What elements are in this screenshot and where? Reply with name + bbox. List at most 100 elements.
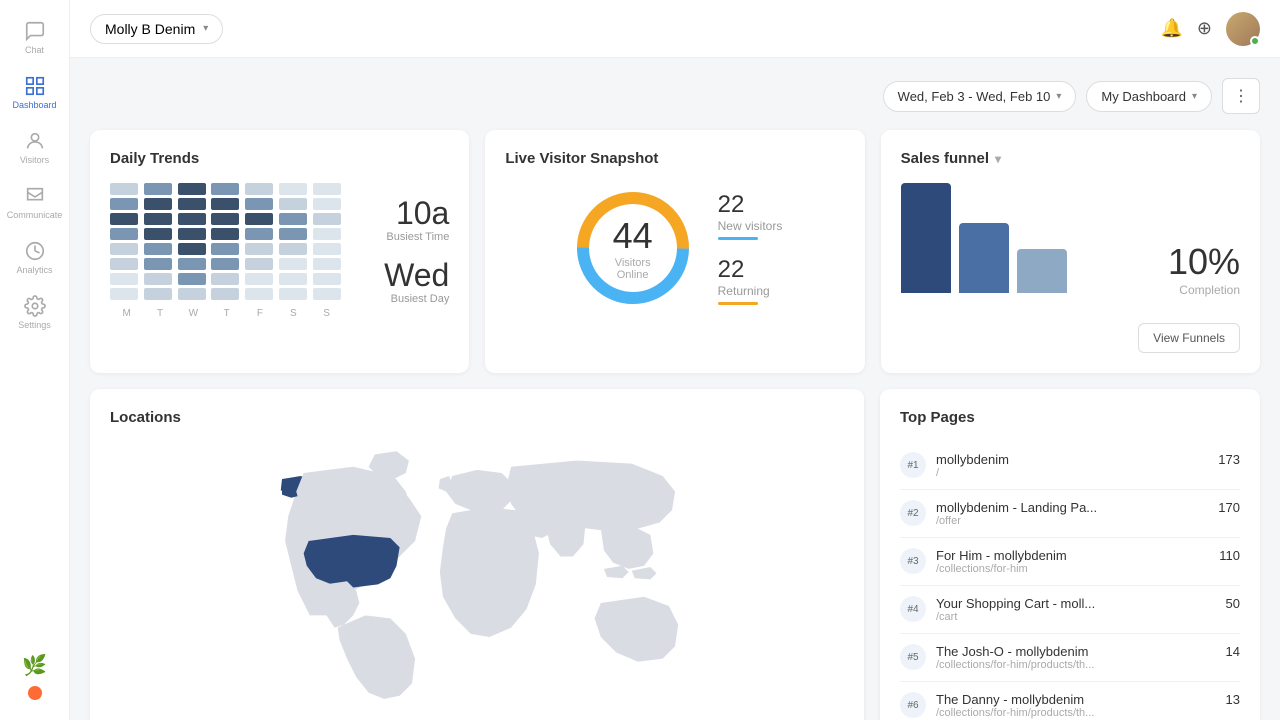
funnel-bar-1 — [901, 183, 951, 293]
brand-selector[interactable]: Molly B Denim ▾ — [90, 14, 223, 44]
page-rank: #6 — [900, 692, 926, 718]
heatmap-cell — [110, 183, 138, 195]
donut-chart: 44 Visitors Online — [568, 183, 698, 313]
heatmap-cell — [178, 198, 206, 210]
heatmap-cell — [144, 258, 172, 270]
completion-pct: 10% — [1168, 241, 1240, 283]
page-rank: #3 — [900, 548, 926, 574]
new-visitors-stat: 22 New visitors — [718, 191, 783, 240]
cards-row: Daily Trends MTWTFSS 10a Busiest Time We… — [90, 130, 1260, 373]
world-map — [110, 442, 844, 702]
page-item: #1 mollybdenim / 173 — [900, 442, 1240, 490]
heatmap-cell — [110, 228, 138, 240]
daily-trends-card: Daily Trends MTWTFSS 10a Busiest Time We… — [90, 130, 469, 373]
page-url: /cart — [936, 611, 1216, 623]
heatmap-cell — [279, 243, 307, 255]
heatmap-cell — [279, 213, 307, 225]
busiest-time-stat: 10a Busiest Time — [359, 197, 449, 243]
brand-chevron: ▾ — [203, 23, 208, 34]
heatmap-cell — [110, 258, 138, 270]
view-funnels-button[interactable]: View Funnels — [1138, 323, 1240, 353]
top-pages-list: #1 mollybdenim / 173 #2 mollybdenim - La… — [900, 442, 1240, 720]
sidebar-item-dashboard[interactable]: Dashboard — [0, 65, 69, 120]
heatmap-cell — [211, 243, 239, 255]
heatmap-cell — [178, 183, 206, 195]
locations-card: Locations — [90, 389, 864, 720]
sidebar-item-settings[interactable]: Settings — [0, 285, 69, 340]
dashboard-filter[interactable]: My Dashboard ▾ — [1086, 81, 1212, 112]
page-rank: #2 — [900, 500, 926, 526]
day-label: T — [210, 308, 243, 319]
sidebar-item-communicate[interactable]: Communicate — [0, 175, 69, 230]
funnel-pct-area: 10% Completion — [1168, 241, 1240, 297]
heatmap-cell — [211, 198, 239, 210]
daily-trends-title: Daily Trends — [110, 150, 449, 167]
sidebar-item-analytics[interactable]: Analytics — [0, 230, 69, 285]
page-name: The Danny - mollybdenim — [936, 692, 1216, 707]
day-label: T — [143, 308, 176, 319]
heatmap-cell — [313, 198, 341, 210]
heatmap-cell — [245, 183, 273, 195]
sales-funnel-card: Sales funnel ▾ 10% Completion View Fu — [881, 130, 1260, 373]
date-range-filter[interactable]: Wed, Feb 3 - Wed, Feb 10 ▾ — [883, 81, 1077, 112]
returning-label: Returning — [718, 284, 783, 298]
heatmap-cell — [313, 243, 341, 255]
page-item: #4 Your Shopping Cart - moll... /cart 50 — [900, 586, 1240, 634]
live-content: 44 Visitors Online 22 New visitors 22 Re… — [505, 183, 844, 313]
page-name: Your Shopping Cart - moll... — [936, 596, 1216, 611]
heatmap-cell — [245, 288, 273, 300]
heatmap-cell — [211, 273, 239, 285]
dashboard-chevron: ▾ — [1192, 91, 1197, 102]
sidebar-item-chat[interactable]: Chat — [0, 10, 69, 65]
sidebar: Chat Dashboard Visitors Communicate Anal… — [0, 0, 70, 720]
heatmap-cell — [279, 258, 307, 270]
heatmap-cell — [313, 288, 341, 300]
completion-label: Completion — [1168, 283, 1240, 297]
page-name: mollybdenim - Landing Pa... — [936, 500, 1208, 515]
notification-icon[interactable]: 🔔 — [1160, 18, 1182, 39]
page-name: mollybdenim — [936, 452, 1208, 467]
page-count: 13 — [1226, 692, 1240, 707]
sidebar-bottom: 🌿 — [22, 653, 47, 710]
sales-funnel-title: Sales funnel ▾ — [901, 150, 1240, 167]
day-label: F — [243, 308, 276, 319]
heatmap-cell — [279, 228, 307, 240]
more-options-button[interactable]: ⋮ — [1222, 78, 1260, 114]
heatmap-cell — [211, 183, 239, 195]
heatmap-cell — [245, 213, 273, 225]
page-rank: #1 — [900, 452, 926, 478]
heatmap-cell — [110, 288, 138, 300]
funnel-bar-3 — [1017, 249, 1067, 293]
new-visitors-indicator — [718, 237, 758, 240]
sidebar-item-visitors[interactable]: Visitors — [0, 120, 69, 175]
fire-icon: 🌿 — [22, 653, 47, 678]
help-icon[interactable]: ⊕ — [1197, 18, 1212, 39]
day-label: W — [177, 308, 210, 319]
heatmap-cell — [144, 228, 172, 240]
new-visitors-label: New visitors — [718, 219, 783, 233]
busiest-day-label: Busiest Day — [359, 293, 449, 305]
page-url: /collections/for-him — [936, 563, 1209, 575]
topbar-right: 🔔 ⊕ — [1160, 12, 1260, 46]
busiest-day-value: Wed — [359, 259, 449, 291]
page-url: /collections/for-him/products/th... — [936, 707, 1216, 719]
day-label: S — [277, 308, 310, 319]
heatmap-cell — [211, 288, 239, 300]
page-rank: #5 — [900, 644, 926, 670]
returning-indicator — [718, 302, 758, 305]
heatmap-grid — [110, 183, 343, 300]
busiest-time-value: 10a — [359, 197, 449, 229]
page-count: 14 — [1226, 644, 1240, 659]
funnel-layout: 10% Completion — [901, 183, 1240, 297]
heatmap-cell — [313, 228, 341, 240]
avatar[interactable] — [1226, 12, 1260, 46]
filter-bar: Wed, Feb 3 - Wed, Feb 10 ▾ My Dashboard … — [90, 78, 1260, 114]
heatmap-cell — [211, 213, 239, 225]
locations-title: Locations — [110, 409, 844, 426]
page-url: /collections/for-him/products/th... — [936, 659, 1216, 671]
main-content: Molly B Denim ▾ 🔔 ⊕ Wed, Feb 3 - Wed, Fe… — [70, 0, 1280, 720]
heatmap-labels: MTWTFSS — [110, 308, 343, 319]
heatmap-cell — [110, 213, 138, 225]
visitors-online-label: Visitors Online — [600, 257, 665, 281]
world-map-svg — [110, 442, 844, 702]
